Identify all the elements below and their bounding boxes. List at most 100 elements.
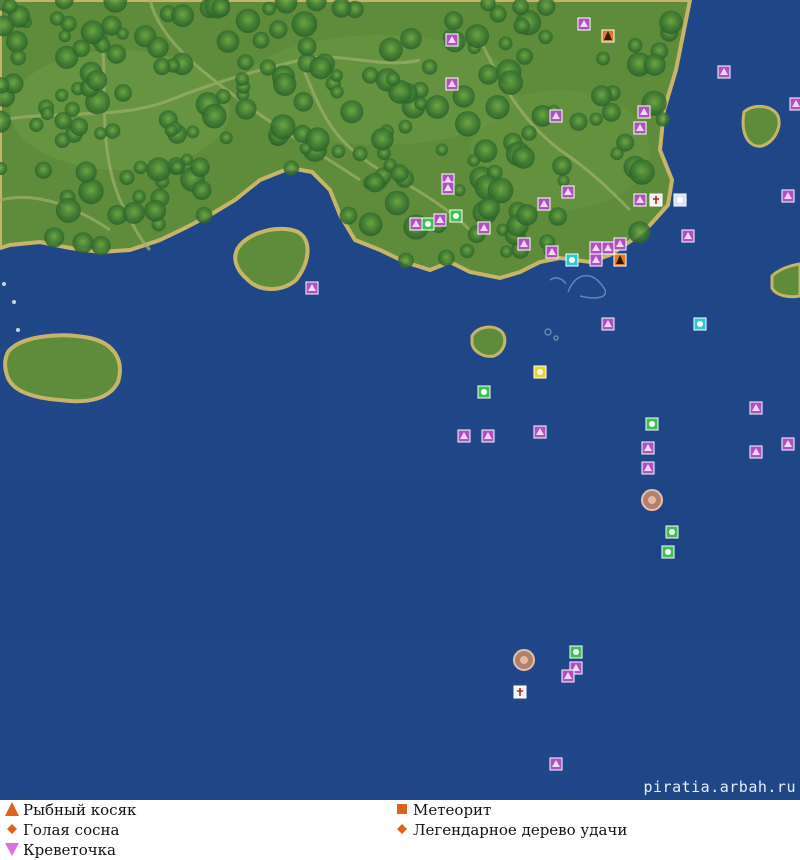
tree — [252, 31, 270, 49]
tree — [516, 204, 538, 226]
shrimp-marker[interactable] — [533, 425, 547, 439]
cyan-marker[interactable] — [693, 317, 707, 331]
tree — [371, 127, 394, 151]
fish-shoal-marker[interactable] — [601, 29, 615, 43]
tree — [385, 71, 401, 86]
resource-marker[interactable] — [449, 209, 463, 223]
shrimp-marker[interactable] — [445, 33, 459, 47]
shrimp-marker[interactable] — [613, 237, 627, 251]
tree — [75, 161, 97, 183]
shrimp-marker[interactable] — [517, 237, 531, 251]
tree — [219, 131, 233, 145]
shrimp-marker[interactable] — [717, 65, 731, 79]
wreck-core — [520, 656, 528, 664]
tree — [259, 59, 276, 76]
special-marker[interactable] — [673, 193, 687, 207]
shrimp-marker[interactable] — [637, 105, 651, 119]
tree — [390, 164, 409, 183]
resource-marker[interactable] — [661, 545, 675, 559]
shrimp-marker[interactable] — [601, 317, 615, 331]
tree — [459, 243, 475, 259]
orange-diamond-icon — [394, 821, 410, 837]
orange-square-icon — [394, 801, 410, 817]
shrimp-marker[interactable] — [561, 185, 575, 199]
tree — [477, 197, 501, 220]
tree — [270, 114, 296, 140]
tree — [643, 53, 666, 76]
shrimp-marker[interactable] — [433, 213, 447, 227]
tree — [147, 36, 169, 59]
tree — [40, 106, 55, 120]
shrimp-marker[interactable] — [441, 181, 455, 195]
tree — [72, 232, 94, 254]
legend-item-meteorite[interactable]: Метеорит — [394, 800, 491, 820]
shrimp-marker[interactable] — [633, 193, 647, 207]
world-map[interactable] — [0, 0, 800, 800]
shrimp-marker[interactable] — [641, 441, 655, 455]
resource-marker[interactable] — [569, 645, 583, 659]
shrimp-marker[interactable] — [477, 221, 491, 235]
yellow-marker[interactable] — [533, 365, 547, 379]
tree — [596, 51, 611, 66]
shrimp-marker[interactable] — [749, 401, 763, 415]
shrimp-marker[interactable] — [641, 461, 655, 475]
tree — [283, 160, 300, 176]
shrimp-marker[interactable] — [549, 757, 563, 771]
tree — [58, 29, 71, 43]
tree — [628, 221, 651, 244]
tree — [104, 123, 121, 139]
tree — [114, 84, 132, 102]
shrimp-marker[interactable] — [781, 437, 795, 451]
fish-shoal-marker[interactable] — [613, 253, 627, 267]
tree — [297, 37, 317, 56]
white-marker[interactable] — [513, 685, 527, 699]
tree — [164, 123, 178, 137]
tree — [269, 20, 288, 39]
tree — [521, 125, 537, 141]
tree — [498, 36, 513, 51]
shrimp-marker[interactable] — [549, 109, 563, 123]
white-marker[interactable] — [649, 193, 663, 207]
tree — [60, 15, 77, 32]
shrimp-marker[interactable] — [633, 121, 647, 135]
shrimp-marker[interactable] — [577, 17, 591, 31]
resource-marker[interactable] — [477, 385, 491, 399]
tree — [54, 132, 71, 148]
shrimp-marker[interactable] — [537, 197, 551, 211]
tree — [500, 245, 513, 258]
legend-label: Креветочка — [23, 841, 116, 859]
shrimp-marker[interactable] — [545, 245, 559, 259]
shrimp-marker[interactable] — [305, 281, 319, 295]
shrimp-marker[interactable] — [481, 429, 495, 443]
shrimp-marker[interactable] — [781, 189, 795, 203]
legend-item-legendary-tree[interactable]: Легендарное дерево удачи — [394, 820, 627, 840]
tree — [629, 159, 655, 185]
resource-marker[interactable] — [665, 525, 679, 539]
shrimp-marker[interactable] — [561, 669, 575, 683]
orange-triangle-up-icon — [4, 801, 20, 817]
shrimp-marker[interactable] — [589, 241, 603, 255]
legend-item-shrimp[interactable]: Креветочка — [4, 840, 116, 860]
tree — [384, 190, 410, 216]
resource-marker[interactable] — [421, 217, 435, 231]
shrimp-marker[interactable] — [589, 253, 603, 267]
cyan-marker[interactable] — [565, 253, 579, 267]
shrimp-marker[interactable] — [601, 241, 615, 255]
shrimp-marker[interactable] — [457, 429, 471, 443]
tree — [10, 49, 27, 66]
tree — [170, 160, 185, 175]
tree — [398, 252, 414, 269]
shrimp-marker[interactable] — [409, 217, 423, 231]
wreck-core — [648, 496, 656, 504]
tree — [291, 11, 318, 37]
shrimp-marker[interactable] — [789, 97, 800, 111]
tree — [190, 157, 210, 177]
legend-item-bare-pine[interactable]: Голая сосна — [4, 820, 119, 840]
legend-item-fish-shoal[interactable]: Рыбный косяк — [4, 800, 136, 820]
shrimp-marker[interactable] — [681, 229, 695, 243]
resource-marker[interactable] — [645, 417, 659, 431]
shrimp-marker[interactable] — [749, 445, 763, 459]
tree — [589, 112, 603, 126]
shrimp-marker[interactable] — [445, 77, 459, 91]
tree — [34, 161, 53, 179]
